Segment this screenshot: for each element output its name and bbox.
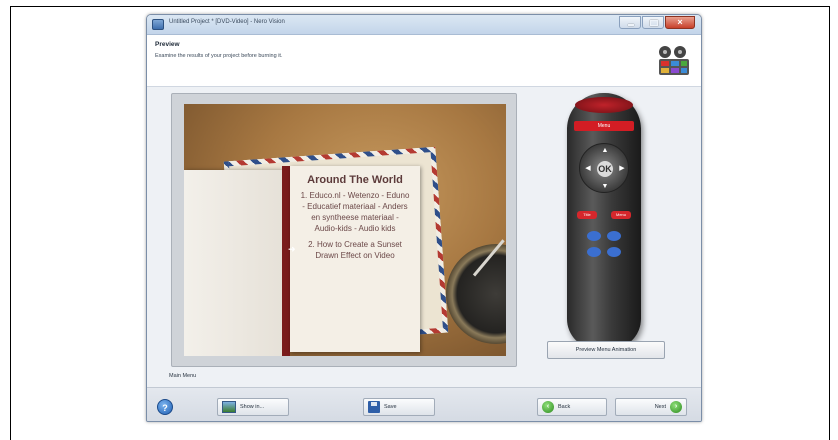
remote-prev-button[interactable] [587,247,601,257]
notebook-spine [282,166,290,356]
remote-next-button[interactable] [607,247,621,257]
notebook-page [184,170,284,356]
image-icon [222,401,236,413]
film-clapper-icon [659,46,689,75]
remote-dpad: ▲ ▼ ◀ ▶ OK [579,143,629,193]
remote-title-button[interactable]: Title [577,211,597,219]
maximize-icon [650,20,658,26]
next-button[interactable]: Next › [615,398,687,416]
menu-heading: Around The World [307,174,403,186]
menu-preview-image[interactable]: Around The World 1. Educo.nl - Wetenzo -… [184,104,506,356]
window-controls: × [619,16,695,29]
save-button[interactable]: Save [363,398,435,416]
floppy-disk-icon [368,401,380,413]
show-in-button[interactable]: Show in... [217,398,289,416]
page-subtitle: Examine the results of your project befo… [155,53,283,59]
next-label: Next [654,404,666,410]
app-icon [152,19,164,30]
back-label: Back [558,404,571,410]
arrow-left-icon[interactable]: ◀ [583,164,593,174]
remote-control: Menu ▲ ▼ ◀ ▶ OK Title Menu [567,93,641,349]
minimize-icon [628,24,634,26]
menu-preview-frame: Around The World 1. Educo.nl - Wetenzo -… [171,93,517,367]
nero-vision-window: Untitled Project * [DVD-Video] - Nero Vi… [146,14,702,422]
window-title: Untitled Project * [DVD-Video] - Nero Vi… [169,19,285,25]
remote-play-button[interactable] [587,231,601,241]
next-arrow-icon: › [670,401,682,413]
header-panel: Preview Examine the results of your proj… [147,35,701,87]
back-arrow-icon: ‹ [542,401,554,413]
preview-menu-animation-button[interactable]: Preview Menu Animation [547,341,665,359]
title-bar[interactable]: Untitled Project * [DVD-Video] - Nero Vi… [147,15,701,35]
menu-title-card: Around The World 1. Educo.nl - Wetenzo -… [290,166,420,352]
minimize-button[interactable] [619,16,641,29]
remote-power-light [575,97,633,113]
arrow-down-icon[interactable]: ▼ [600,182,610,192]
current-menu-label: Main Menu [169,373,197,379]
show-in-label: Show in... [240,404,265,410]
bottom-toolbar: ? Show in... Save ‹ Back Next › [147,387,701,421]
arrow-up-icon[interactable]: ▲ [600,146,610,156]
back-button[interactable]: ‹ Back [537,398,607,416]
compass-image [446,244,506,344]
arrow-right-icon[interactable]: ▶ [617,164,627,174]
maximize-button[interactable] [642,16,664,29]
menu-selector-arrow-icon: ➜ [288,244,296,254]
remote-menu-label[interactable]: Menu [574,121,634,131]
close-button[interactable]: × [665,16,695,29]
menu-item-1[interactable]: 1. Educo.nl - Wetenzo - Eduno - Educatie… [300,190,410,234]
remote-ok-button[interactable]: OK [597,161,613,177]
remote-stop-button[interactable] [607,231,621,241]
close-icon: × [677,17,683,27]
help-button[interactable]: ? [157,399,173,415]
save-label: Save [384,404,397,410]
remote-menu-button[interactable]: Menu [611,211,631,219]
menu-item-2[interactable]: 2. How to Create a Sunset Drawn Effect o… [300,239,410,261]
page-title: Preview [155,41,180,48]
